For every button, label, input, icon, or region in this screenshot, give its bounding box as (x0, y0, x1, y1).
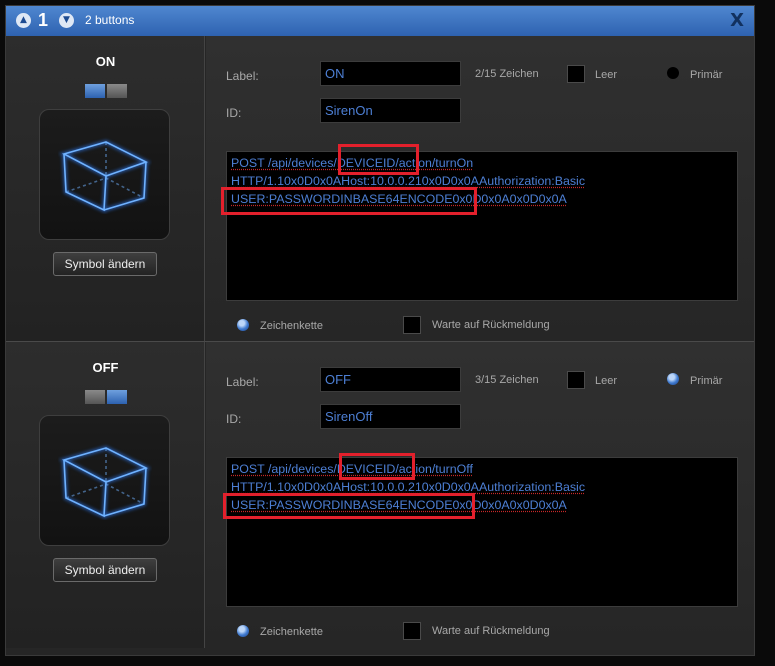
preview-panel: ON Symbol ändern (6, 36, 205, 342)
primary-label: Primär (690, 375, 723, 387)
chevron-up-icon[interactable]: ▲ (16, 13, 31, 28)
change-symbol-button[interactable]: Symbol ändern (53, 252, 157, 276)
string-radio[interactable] (237, 625, 249, 637)
char-count: 3/15 Zeichen (475, 374, 539, 386)
primary-radio[interactable] (667, 373, 679, 385)
label-caption: Label: (226, 69, 259, 83)
cube-icon (58, 139, 152, 214)
page-number: 1 (38, 10, 49, 30)
symbol-preview[interactable] (39, 415, 170, 546)
button-config-on: ON Symbol ändern Label: ON 2/15 Zeichen … (6, 36, 754, 342)
cube-icon (58, 445, 152, 520)
title-bar: ▲ 1 ▼ 2 buttons X (6, 6, 754, 36)
char-count: 2/15 Zeichen (475, 68, 539, 80)
primary-label: Primär (690, 69, 723, 81)
change-symbol-button[interactable]: Symbol ändern (53, 558, 157, 582)
id-field[interactable]: SirenOff (320, 404, 461, 429)
wait-option-label: Warte auf Rückmeldung (432, 625, 550, 637)
leer-label: Leer (595, 69, 618, 81)
leer-label: Leer (595, 375, 618, 387)
leer-checkbox[interactable] (567, 65, 585, 83)
string-option-label: Zeichenkette (260, 626, 323, 638)
wait-checkbox[interactable] (403, 622, 421, 640)
highlight-credentials (223, 493, 475, 519)
button-config-off: OFF Symbol ändern Label: OFF 3/15 Zeiche… (6, 342, 754, 648)
button-editor-window: ▲ 1 ▼ 2 buttons X ON Symbol ändern Label… (5, 5, 755, 656)
label-caption: Label: (226, 375, 259, 389)
toggle-segment-right[interactable] (107, 84, 127, 98)
request-textarea[interactable]: POST /api/devices/DEVICEID/action/turnOf… (223, 453, 738, 607)
button-name: OFF (92, 360, 119, 375)
symbol-preview[interactable] (39, 109, 170, 240)
toggle-segment-left[interactable] (85, 84, 105, 98)
settings-panel: Label: OFF 3/15 Zeichen Leer Primär ID: … (206, 342, 754, 648)
wait-option-label: Warte auf Rückmeldung (432, 319, 550, 331)
string-option-label: Zeichenkette (260, 320, 323, 332)
chevron-down-icon[interactable]: ▼ (59, 13, 74, 28)
state-toggle[interactable] (85, 390, 127, 404)
toggle-segment-right[interactable] (107, 390, 127, 404)
settings-panel: Label: ON 2/15 Zeichen Leer Primär ID: S… (206, 36, 754, 342)
highlight-device-id (339, 453, 415, 480)
state-toggle[interactable] (85, 84, 127, 98)
label-field[interactable]: ON (320, 61, 461, 86)
primary-radio[interactable] (667, 67, 679, 79)
close-icon[interactable]: X (730, 10, 744, 31)
label-field[interactable]: OFF (320, 367, 461, 392)
request-textarea[interactable]: POST /api/devices/DEVICEID/action/turnOn… (221, 144, 738, 301)
highlight-credentials (221, 187, 477, 215)
id-caption: ID: (226, 412, 242, 426)
preview-panel: OFF Symbol ändern (6, 342, 205, 648)
button-name: ON (95, 54, 116, 69)
wait-checkbox[interactable] (403, 316, 421, 334)
leer-checkbox[interactable] (567, 371, 585, 389)
id-caption: ID: (226, 106, 242, 120)
highlight-device-id (338, 144, 419, 175)
string-radio[interactable] (237, 319, 249, 331)
toggle-segment-left[interactable] (85, 390, 105, 404)
request-line: HTTP/1.10x0D0x0AHost:10.0.0.210x0D0x0AAu… (231, 174, 586, 188)
id-field[interactable]: SirenOn (320, 98, 461, 123)
request-line: HTTP/1.10x0D0x0AHost:10.0.0.210x0D0x0AAu… (231, 480, 586, 494)
window-title: 2 buttons (85, 13, 135, 27)
